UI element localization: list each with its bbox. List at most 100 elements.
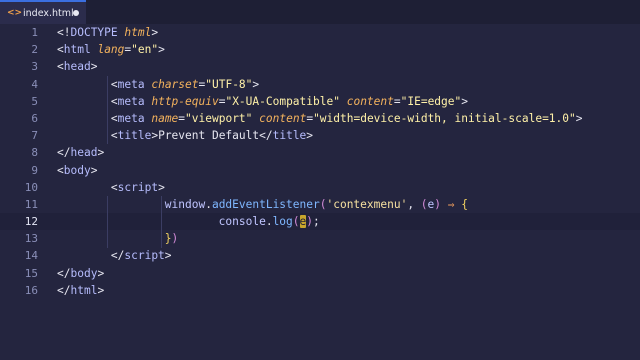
line-number: 7 bbox=[31, 129, 38, 143]
code-token: html bbox=[70, 283, 98, 297]
line-number: 2 bbox=[31, 43, 38, 57]
code-token: . bbox=[265, 215, 273, 229]
line-source: console.log(e); bbox=[57, 213, 320, 230]
code-token: log bbox=[272, 215, 293, 229]
code-token: > bbox=[90, 60, 98, 74]
line-source: <title>Prevent Default</title> bbox=[57, 127, 313, 144]
line-source: <!DOCTYPE html> bbox=[57, 24, 158, 41]
code-token: content bbox=[259, 111, 307, 125]
code-line[interactable]: 5 <meta http-equiv = "X-UA-Compatible" con… bbox=[0, 93, 640, 110]
code-token: "viewport" bbox=[185, 111, 253, 125]
code-line[interactable]: 8 </head> bbox=[0, 144, 640, 161]
code-token: </ bbox=[57, 146, 71, 160]
code-token: > bbox=[306, 129, 314, 143]
code-token: meta bbox=[117, 94, 145, 108]
code-line[interactable]: 13 }) bbox=[0, 230, 640, 247]
line-number: 10 bbox=[24, 180, 38, 194]
code-token: meta bbox=[117, 111, 145, 125]
code-token: head bbox=[63, 60, 91, 74]
code-token: script bbox=[117, 180, 159, 194]
indent-guide bbox=[106, 196, 108, 248]
code-token: </ bbox=[110, 249, 125, 263]
line-number: 6 bbox=[31, 111, 38, 125]
code-area[interactable]: 1 <!DOCTYPE html> 2 <html lang="en"> 3 <head>… bbox=[0, 24, 640, 299]
code-line[interactable]: 9 <body> bbox=[0, 162, 640, 179]
line-number: 15 bbox=[24, 266, 38, 280]
code-token: DOCTYPE bbox=[70, 26, 118, 39]
code-token: < bbox=[110, 111, 118, 125]
line-number: 14 bbox=[24, 249, 38, 263]
code-token: "UTF-8" bbox=[205, 77, 253, 91]
line-source: <meta charset="UTF-8"> bbox=[57, 76, 259, 93]
code-line[interactable]: 16 </html> bbox=[0, 282, 640, 299]
code-token: console bbox=[218, 215, 266, 229]
code-line[interactable]: 3 <head> bbox=[0, 58, 640, 75]
code-token: ( bbox=[420, 197, 428, 211]
line-number: 3 bbox=[31, 60, 38, 74]
line-number: 1 bbox=[31, 26, 38, 39]
line-number: 5 bbox=[31, 94, 38, 108]
code-token: ) bbox=[171, 232, 179, 246]
code-token: > bbox=[97, 266, 105, 280]
line-source: <meta http-equiv = "X-UA-Compatible" conte… bbox=[57, 93, 468, 110]
code-token: "en" bbox=[131, 43, 159, 57]
code-token: "X-UA-Compatible" bbox=[225, 94, 340, 108]
code-token: < bbox=[57, 43, 64, 57]
code-token: > bbox=[90, 163, 98, 177]
code-line[interactable]: 4 <meta charset="UTF-8"> bbox=[0, 76, 640, 93]
code-line[interactable]: 7 <title>Prevent Default</title> bbox=[0, 127, 640, 144]
line-source: </html> bbox=[57, 282, 104, 299]
code-token: > bbox=[97, 283, 105, 297]
code-token: html bbox=[124, 26, 152, 39]
code-line[interactable]: 11 window.addEventListener ('contexmenu',… bbox=[0, 196, 640, 213]
line-number: 4 bbox=[31, 77, 38, 91]
line-source: </body> bbox=[57, 265, 104, 282]
line-number: 12 bbox=[24, 215, 38, 229]
code-token: > bbox=[97, 146, 105, 160]
code-editor: <> index.html 1 <!DOCTYPE html> 2 <html lan… bbox=[0, 0, 640, 360]
code-token: > bbox=[461, 94, 468, 108]
code-token: charset bbox=[151, 77, 199, 91]
code-line[interactable]: 10 <script> bbox=[0, 179, 640, 196]
code-token: addEventListener bbox=[211, 197, 320, 211]
code-token: content bbox=[346, 94, 394, 108]
code-token: . bbox=[205, 197, 212, 211]
code-token: ( bbox=[292, 215, 300, 229]
code-line[interactable]: 6 <meta name="viewport" content="width=d… bbox=[0, 110, 640, 127]
code-line[interactable]: 12 console.log(e); bbox=[0, 213, 640, 231]
code-token: ⇒ bbox=[447, 197, 455, 211]
code-token: </ bbox=[259, 129, 273, 143]
tab-bar: <> index.html bbox=[0, 0, 640, 24]
code-token: { bbox=[461, 197, 469, 211]
indent-guide bbox=[160, 196, 162, 248]
line-source: </head> bbox=[57, 144, 104, 161]
code-token: html bbox=[63, 43, 91, 57]
code-token: , bbox=[407, 197, 421, 211]
line-source: <html lang="en"> bbox=[57, 41, 165, 58]
code-token: < bbox=[57, 60, 64, 74]
tab-index-html[interactable]: <> index.html bbox=[0, 0, 86, 24]
code-token: > bbox=[575, 111, 583, 125]
code-token: "width=device-width, initial-scale=1.0" bbox=[313, 111, 576, 125]
line-number: 16 bbox=[24, 283, 38, 297]
code-line[interactable]: 1 <!DOCTYPE html> bbox=[0, 24, 640, 41]
line-source: </script> bbox=[57, 247, 172, 264]
code-token: lang bbox=[97, 43, 125, 57]
code-token: <! bbox=[57, 26, 71, 39]
line-number: 8 bbox=[31, 146, 38, 160]
code-token: } bbox=[164, 232, 172, 246]
code-token: > bbox=[252, 77, 260, 91]
code-line[interactable]: 15 </body> bbox=[0, 265, 640, 282]
line-source: window.addEventListener('contexmenu', (e… bbox=[57, 196, 468, 213]
code-token: http-equiv bbox=[151, 94, 219, 108]
code-token: Prevent Default bbox=[158, 129, 260, 143]
code-line[interactable]: 14 </script> bbox=[0, 247, 640, 264]
code-token: > bbox=[158, 43, 165, 57]
html-file-icon: <> bbox=[7, 8, 23, 18]
unsaved-changes-dot[interactable] bbox=[73, 10, 79, 16]
code-line[interactable]: 2 <html lang="en"> bbox=[0, 41, 640, 58]
code-token: < bbox=[110, 94, 118, 108]
line-source: <head> bbox=[57, 58, 97, 75]
